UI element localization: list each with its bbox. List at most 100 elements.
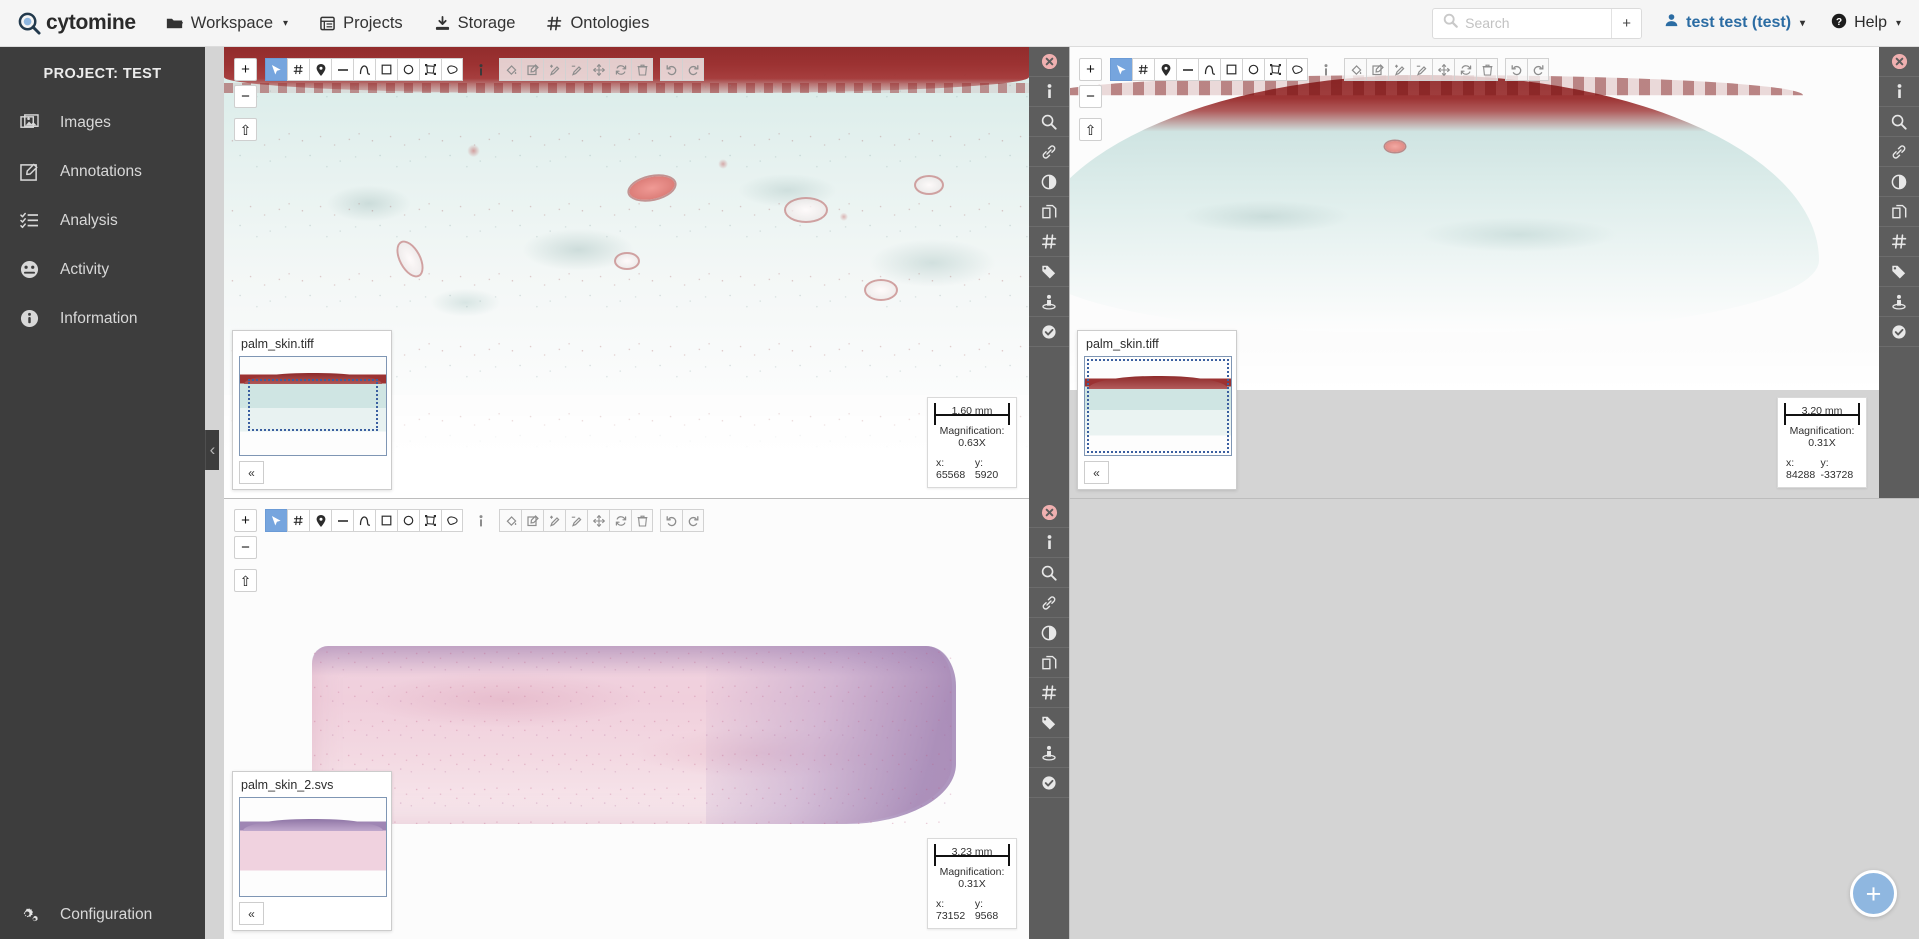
sidebar-item-information[interactable]: Information — [0, 294, 205, 343]
image-ontology-2[interactable] — [1879, 257, 1919, 287]
freehand-line-tool[interactable] — [353, 509, 375, 532]
image-colors-2[interactable] — [1879, 167, 1919, 197]
thumbnail-minimap-3[interactable] — [239, 797, 387, 897]
point-tool[interactable] — [1154, 58, 1176, 81]
trash-tool[interactable] — [631, 509, 653, 532]
move-tool[interactable] — [587, 58, 609, 81]
nav-item-storage[interactable]: Storage — [419, 0, 532, 47]
rectangle-tool[interactable] — [1220, 58, 1242, 81]
edit-square-tool[interactable] — [1366, 58, 1388, 81]
image-ontology-1[interactable] — [1029, 257, 1069, 287]
add-point-tool[interactable] — [1388, 58, 1410, 81]
polygon-tool[interactable] — [1264, 58, 1286, 81]
navigator-collapse-button-3[interactable]: « — [239, 902, 264, 925]
image-layers-1[interactable] — [1029, 197, 1069, 227]
point-tool[interactable] — [309, 58, 331, 81]
image-explore-1[interactable] — [1029, 107, 1069, 137]
zoom-out-button[interactable]: − — [1079, 85, 1102, 108]
remove-point-tool[interactable] — [565, 509, 587, 532]
redo-button[interactable] — [682, 58, 704, 81]
image-annotations-3[interactable] — [1029, 678, 1069, 708]
image-annotations-2[interactable] — [1879, 227, 1919, 257]
thumbnail-minimap-1[interactable] — [239, 356, 387, 456]
trash-tool[interactable] — [1476, 58, 1498, 81]
image-validate-1[interactable] — [1029, 317, 1069, 347]
image-review-3[interactable] — [1029, 738, 1069, 768]
remove-point-tool[interactable] — [1410, 58, 1432, 81]
redo-button[interactable] — [682, 509, 704, 532]
ellipse-tool[interactable] — [397, 58, 419, 81]
edit-square-tool[interactable] — [521, 58, 543, 81]
nav-item-ontologies[interactable]: Ontologies — [531, 0, 665, 47]
freehand-polygon-tool[interactable] — [1286, 58, 1308, 81]
image-information-3[interactable] — [1029, 528, 1069, 558]
zoom-out-button[interactable]: − — [234, 536, 257, 559]
nav-item-workspace[interactable]: Workspace ▾ — [150, 0, 304, 47]
freehand-line-tool[interactable] — [1198, 58, 1220, 81]
image-explore-3[interactable] — [1029, 558, 1069, 588]
freehand-line-tool[interactable] — [353, 58, 375, 81]
image-canvas-1[interactable]: + − ⇧ — [224, 47, 1029, 498]
image-annotations-1[interactable] — [1029, 227, 1069, 257]
rotate-reset-button[interactable]: ⇧ — [1079, 118, 1102, 141]
image-layers-3[interactable] — [1029, 648, 1069, 678]
navigator-collapse-button-2[interactable]: « — [1084, 461, 1109, 484]
refresh-tool[interactable] — [609, 58, 631, 81]
sidebar-collapse-toggle[interactable]: ‹ — [205, 430, 219, 470]
trash-tool[interactable] — [631, 58, 653, 81]
info-tool[interactable] — [470, 58, 492, 81]
zoom-out-button[interactable]: − — [234, 85, 257, 108]
move-tool[interactable] — [587, 509, 609, 532]
sidebar-item-images[interactable]: Images — [0, 98, 205, 147]
zoom-in-button[interactable]: + — [234, 58, 257, 81]
close-panel-1[interactable] — [1029, 47, 1069, 77]
add-image-button[interactable]: + — [1850, 870, 1897, 917]
refresh-tool[interactable] — [609, 509, 631, 532]
point-tool[interactable] — [309, 509, 331, 532]
search-add-button[interactable]: + — [1611, 9, 1641, 38]
grid-tool[interactable] — [1132, 58, 1154, 81]
image-layers-2[interactable] — [1879, 197, 1919, 227]
move-tool[interactable] — [1432, 58, 1454, 81]
info-tool[interactable] — [1315, 58, 1337, 81]
user-menu[interactable]: test test (test) ▾ — [1642, 13, 1819, 33]
fill-tool[interactable] — [499, 509, 521, 532]
sidebar-item-activity[interactable]: Activity — [0, 245, 205, 294]
undo-button[interactable] — [660, 509, 682, 532]
redo-button[interactable] — [1527, 58, 1549, 81]
zoom-in-button[interactable]: + — [234, 509, 257, 532]
line-tool[interactable] — [331, 509, 353, 532]
image-validate-2[interactable] — [1879, 317, 1919, 347]
fill-tool[interactable] — [499, 58, 521, 81]
image-colors-3[interactable] — [1029, 618, 1069, 648]
image-information-2[interactable] — [1879, 77, 1919, 107]
image-colors-1[interactable] — [1029, 167, 1069, 197]
sidebar-item-annotations[interactable]: Annotations — [0, 147, 205, 196]
image-information-1[interactable] — [1029, 77, 1069, 107]
ellipse-tool[interactable] — [397, 509, 419, 532]
polygon-tool[interactable] — [419, 58, 441, 81]
image-review-2[interactable] — [1879, 287, 1919, 317]
ellipse-tool[interactable] — [1242, 58, 1264, 81]
nav-item-projects[interactable]: Projects — [304, 0, 419, 47]
line-tool[interactable] — [331, 58, 353, 81]
rotate-reset-button[interactable]: ⇧ — [234, 118, 257, 141]
freehand-polygon-tool[interactable] — [441, 509, 463, 532]
zoom-in-button[interactable]: + — [1079, 58, 1102, 81]
select-tool[interactable] — [265, 509, 287, 532]
help-menu[interactable]: ? Help ▾ — [1819, 13, 1905, 34]
rectangle-tool[interactable] — [375, 509, 397, 532]
edit-square-tool[interactable] — [521, 509, 543, 532]
navigator-collapse-button-1[interactable]: « — [239, 461, 264, 484]
grid-tool[interactable] — [287, 58, 309, 81]
grid-tool[interactable] — [287, 509, 309, 532]
undo-button[interactable] — [1505, 58, 1527, 81]
info-tool[interactable] — [470, 509, 492, 532]
add-point-tool[interactable] — [543, 58, 565, 81]
image-explore-2[interactable] — [1879, 107, 1919, 137]
add-point-tool[interactable] — [543, 509, 565, 532]
fill-tool[interactable] — [1344, 58, 1366, 81]
search-input[interactable] — [1465, 15, 1605, 31]
rotate-reset-button[interactable]: ⇧ — [234, 569, 257, 592]
line-tool[interactable] — [1176, 58, 1198, 81]
